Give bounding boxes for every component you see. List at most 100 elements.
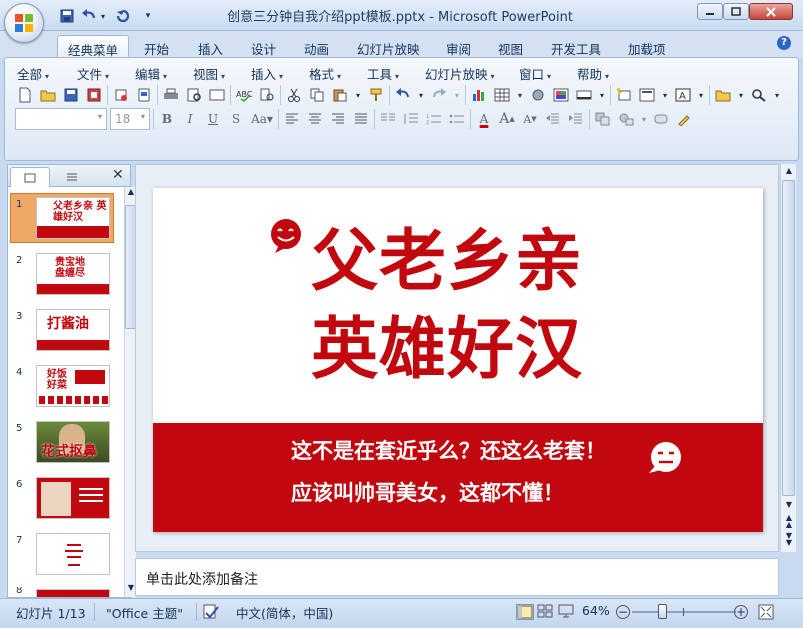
previous-slide-icon[interactable]: ▲ ▲	[783, 514, 795, 529]
folder-dropdown-icon[interactable]: ▾	[736, 85, 746, 105]
arrange-icon[interactable]	[593, 109, 613, 129]
menu-window[interactable]: 窗口 ▾	[519, 64, 551, 83]
color-grayscale-icon[interactable]	[551, 85, 571, 105]
close-pane-icon[interactable]: ✕	[112, 168, 126, 182]
chart-icon[interactable]	[469, 85, 489, 105]
align-left-icon[interactable]	[282, 109, 302, 129]
slideshow-view-icon[interactable]	[558, 604, 576, 620]
redo-icon[interactable]	[429, 85, 449, 105]
language-indicator[interactable]: 中文(简体，中国)	[236, 603, 333, 622]
menu-tools[interactable]: 工具 ▾	[367, 64, 399, 83]
office-button[interactable]	[4, 3, 44, 43]
copy-icon[interactable]	[307, 85, 327, 105]
slide-scrollbar[interactable]: ▲ ▼ ▲ ▲ ▼ ▼	[780, 164, 796, 552]
redo-dropdown-icon[interactable]: ▾	[452, 85, 462, 105]
font-name-combo[interactable]: ▾	[15, 108, 107, 130]
paste-dropdown-icon[interactable]: ▾	[353, 85, 363, 105]
new-icon[interactable]	[15, 85, 35, 105]
numbering-icon[interactable]: 12	[424, 109, 444, 129]
notes-pane[interactable]: 单击此处添加备注	[135, 558, 779, 596]
close-button[interactable]	[749, 3, 793, 20]
align-right-icon[interactable]	[328, 109, 348, 129]
find-dropdown-icon[interactable]: ▾	[772, 85, 782, 105]
paste-icon[interactable]	[330, 85, 350, 105]
shape-outline-icon[interactable]	[675, 109, 695, 129]
zoom-in-icon[interactable]: +	[734, 605, 748, 619]
fit-to-window-icon[interactable]	[758, 604, 774, 620]
clipart-icon[interactable]	[528, 85, 548, 105]
slide-sorter-view-icon[interactable]	[537, 604, 555, 620]
zoom-slider-thumb[interactable]	[658, 604, 667, 619]
justify-icon[interactable]	[351, 109, 371, 129]
zoom-out-icon[interactable]: −	[616, 605, 630, 619]
align-center-icon[interactable]	[305, 109, 325, 129]
redo-icon[interactable]	[114, 7, 132, 25]
menu-format[interactable]: 格式 ▾	[309, 64, 341, 83]
zoom-level[interactable]: 64%	[582, 603, 610, 618]
open-icon[interactable]	[38, 85, 58, 105]
tab-slideshow[interactable]: 幻灯片放映	[347, 35, 430, 58]
print-icon[interactable]	[161, 85, 181, 105]
menu-edit[interactable]: 编辑 ▾	[135, 64, 167, 83]
menu-slideshow[interactable]: 幻灯片放映 ▾	[425, 64, 495, 83]
undo-dropdown-icon[interactable]: ▾	[98, 7, 108, 25]
decrease-indent-icon[interactable]	[543, 109, 563, 129]
next-slide-icon[interactable]: ▼ ▼	[783, 532, 795, 547]
hide-dropdown-icon[interactable]: ▾	[597, 85, 607, 105]
tab-classic-menu[interactable]: 经典菜单	[57, 35, 130, 58]
minimize-button[interactable]	[697, 3, 723, 20]
change-case-icon[interactable]: Aa▾	[249, 109, 275, 129]
maximize-button[interactable]	[723, 3, 749, 20]
undo-icon[interactable]	[80, 7, 98, 25]
scroll-up-icon[interactable]: ▲	[783, 166, 795, 175]
outline-tab[interactable]	[52, 167, 92, 187]
table-icon[interactable]	[492, 85, 512, 105]
publish-icon[interactable]	[111, 85, 131, 105]
scroll-thumb[interactable]	[782, 180, 795, 496]
slide-thumbnail-5[interactable]: 5 花式抠鼻	[12, 419, 116, 465]
save-icon[interactable]	[61, 85, 81, 105]
format-painter-icon[interactable]	[366, 85, 386, 105]
menu-view[interactable]: 视图 ▾	[193, 64, 225, 83]
menu-all[interactable]: 全部 ▾	[17, 64, 49, 83]
underline-icon[interactable]: U	[203, 109, 223, 129]
scroll-down-icon[interactable]: ▼	[783, 500, 795, 509]
tab-animation[interactable]: 动画	[294, 35, 339, 58]
grow-font-icon[interactable]: A ▲	[497, 109, 517, 129]
tab-design[interactable]: 设计	[241, 35, 286, 58]
slide-thumbnail-2[interactable]: 2 贵宝地 盘缠尽	[12, 251, 116, 297]
menu-insert[interactable]: 插入 ▾	[251, 64, 283, 83]
slide-thumbnail-7[interactable]: 7	[12, 531, 116, 577]
shapes-icon[interactable]	[616, 109, 636, 129]
italic-icon[interactable]: I	[180, 109, 200, 129]
menu-help[interactable]: 帮助 ▾	[577, 64, 609, 83]
tab-insert[interactable]: 插入	[188, 35, 233, 58]
font-size-combo[interactable]: 18 ▾	[110, 108, 150, 130]
tab-view[interactable]: 视图	[488, 35, 533, 58]
slide-thumbnail-1[interactable]: 1 父老乡亲 英雄好汉	[12, 195, 116, 241]
tab-home[interactable]: 开始	[134, 35, 179, 58]
shapes-dropdown-icon[interactable]: ▾	[639, 109, 649, 129]
permission-icon[interactable]	[84, 85, 104, 105]
tab-developer[interactable]: 开发工具	[541, 35, 611, 58]
bullets-icon[interactable]	[447, 109, 467, 129]
undo-icon[interactable]	[393, 85, 413, 105]
columns-icon[interactable]	[378, 109, 398, 129]
cut-icon[interactable]	[284, 85, 304, 105]
line-spacing-icon[interactable]	[401, 109, 421, 129]
increase-indent-icon[interactable]	[566, 109, 586, 129]
slide-thumbnail-8[interactable]: 8	[12, 587, 116, 597]
spelling-icon[interactable]: ABC	[234, 85, 254, 105]
slides-tab[interactable]	[10, 167, 50, 187]
hide-show-icon[interactable]	[574, 85, 594, 105]
layout-dropdown-icon[interactable]: ▾	[660, 85, 670, 105]
zoom-slider[interactable]	[632, 611, 736, 613]
font-color-icon[interactable]: A	[474, 109, 494, 129]
normal-view-icon[interactable]	[516, 604, 534, 620]
table-dropdown-icon[interactable]: ▾	[515, 85, 525, 105]
tab-review[interactable]: 审阅	[436, 35, 481, 58]
print-preview-icon[interactable]	[184, 85, 204, 105]
layout-icon[interactable]	[637, 85, 657, 105]
tab-addins[interactable]: 加载项	[618, 35, 676, 58]
slide-layout-icon[interactable]	[207, 85, 227, 105]
